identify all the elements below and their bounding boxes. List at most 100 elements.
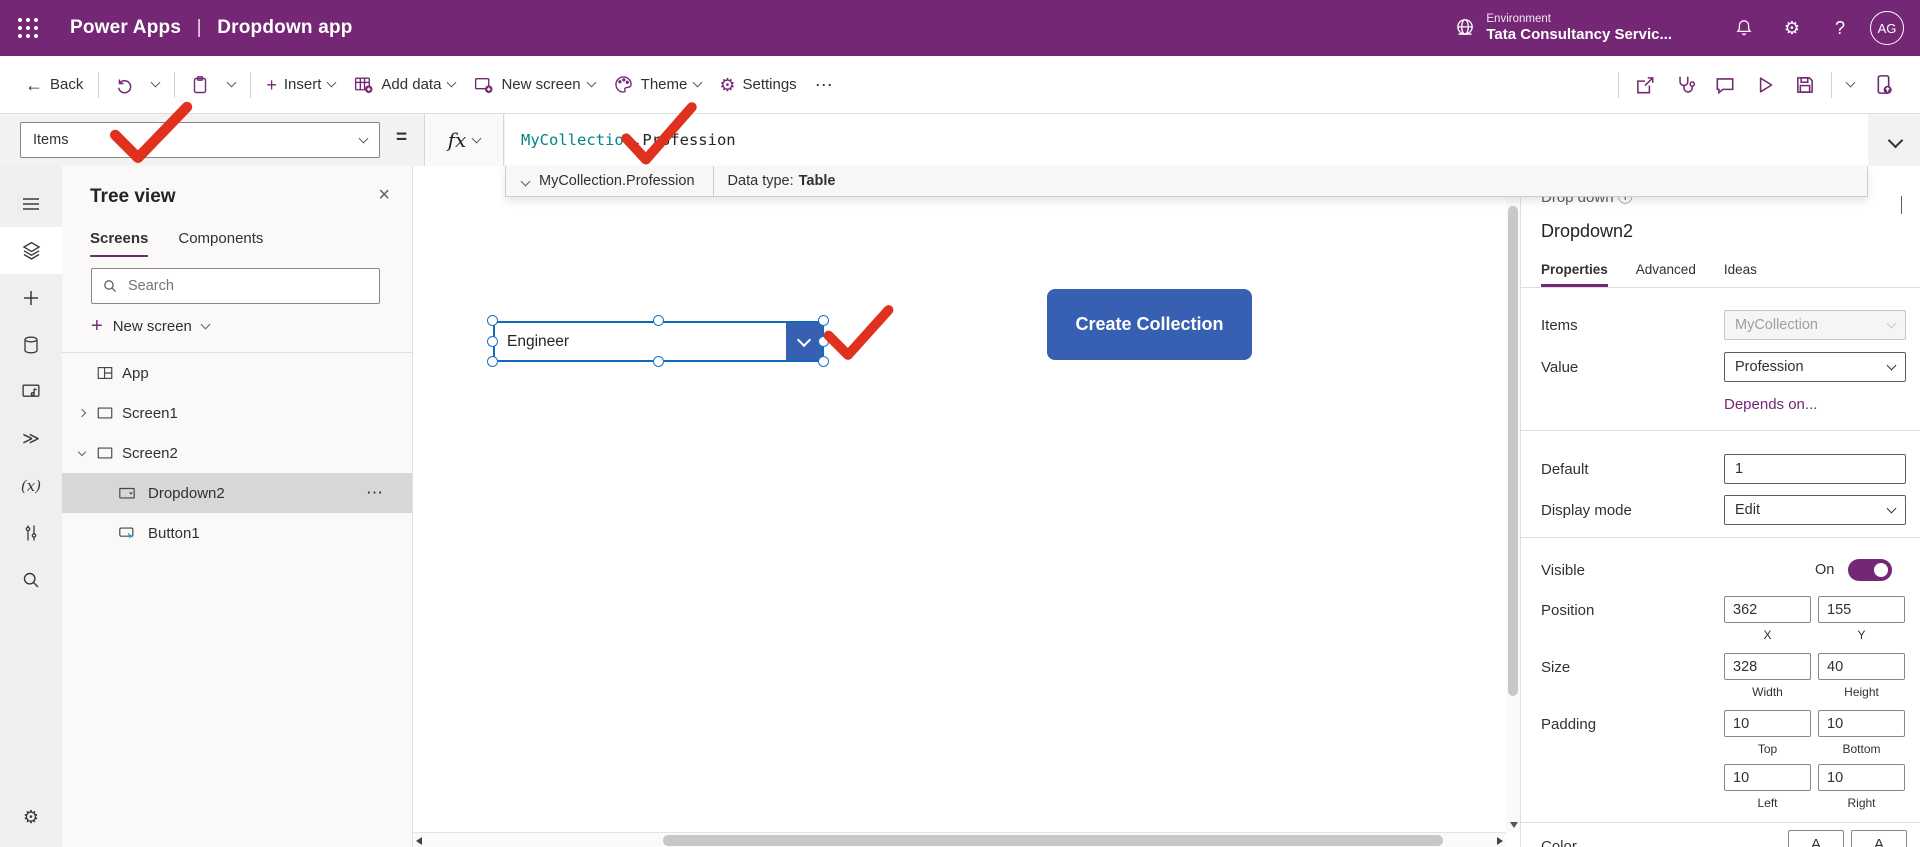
undo-menu-chevron[interactable] [143,77,168,92]
padding-left-input[interactable] [1724,764,1811,791]
settings-button-topbar[interactable]: ⚙ [1768,0,1816,56]
new-screen-label: New screen [501,76,581,93]
new-screen-tree-button[interactable]: + New screen [91,316,211,336]
tab-advanced[interactable]: Advanced [1636,262,1696,287]
tree-search-box[interactable] [91,268,380,304]
formula-input[interactable]: MyCollection .Profession [505,114,1868,166]
notifications-button[interactable] [1720,0,1768,56]
paste-menu-chevron[interactable] [219,77,244,92]
dropdown-open-button[interactable] [786,323,822,360]
rail-settings-button[interactable]: ⚙ [0,794,62,841]
back-button[interactable]: ← Back [16,70,92,100]
property-selector[interactable]: Items [20,122,380,158]
gear-icon: ⚙ [1783,17,1801,38]
selection-handle-top-left[interactable] [487,315,498,326]
theme-button[interactable]: Theme [604,68,711,101]
panel-expand-button[interactable] [1901,196,1902,214]
font-color-button[interactable]: A [1788,830,1844,847]
canvas[interactable]: Engineer Create Collection [413,166,1520,847]
selection-handle-middle-right[interactable] [818,336,829,347]
app-checker-button[interactable] [1665,68,1705,102]
visible-toggle[interactable] [1848,559,1892,581]
rail-tree-view-button[interactable] [0,227,62,274]
rail-advanced-tools-button[interactable] [0,509,62,556]
collapse-rail-button[interactable] [0,180,62,227]
chevron-right-icon[interactable] [77,408,87,418]
scroll-right-arrow[interactable] [1497,837,1503,845]
more-commands-button[interactable]: ⋯ [806,70,842,100]
scroll-down-arrow[interactable] [1510,822,1518,828]
tab-ideas[interactable]: Ideas [1724,262,1757,287]
save-options-chevron[interactable] [1838,77,1863,92]
position-y-input[interactable] [1818,596,1905,623]
chevron-down-icon[interactable] [520,176,531,186]
waffle-menu-icon[interactable] [0,0,56,56]
depends-on-link[interactable]: Depends on... [1724,396,1817,413]
suggestion-text[interactable]: MyCollection.Profession [539,173,695,189]
fill-color-button[interactable]: A [1851,830,1907,847]
environment-picker[interactable]: Environment Tata Consultancy Servic... [1454,13,1672,43]
rail-variables-button[interactable]: (x) [0,462,62,509]
horizontal-scrollbar-thumb[interactable] [663,835,1443,846]
chevron-down-icon[interactable] [77,447,87,456]
publish-icon [1877,75,1892,94]
comments-button[interactable] [1705,68,1745,102]
chevron-down-icon [1886,318,1897,328]
row-more-icon[interactable]: ⋯ [366,483,384,503]
selection-handle-bottom-right[interactable] [818,356,829,367]
play-icon [1759,76,1773,93]
preview-button[interactable] [1745,68,1785,102]
new-screen-button[interactable]: New screen [464,68,603,101]
close-icon[interactable]: × [378,184,390,207]
selection-handle-top-middle[interactable] [653,315,664,326]
selection-handle-top-right[interactable] [818,315,829,326]
publish-button[interactable] [1863,67,1904,102]
app-title: Power Apps | Dropdown app [70,17,353,39]
undo-button[interactable] [105,69,143,101]
rail-search-button[interactable] [0,556,62,603]
value-select[interactable]: Profession [1724,352,1906,382]
selection-handle-bottom-left[interactable] [487,356,498,367]
settings-button[interactable]: ⚙ Settings [710,70,805,100]
tree-row-dropdown2[interactable]: Dropdown2 ⋯ [62,473,412,513]
rail-data-button[interactable] [0,321,62,368]
tree-row-label: Screen1 [122,404,178,422]
tree-row-button1[interactable]: Button1 [62,513,412,553]
share-button[interactable] [1625,68,1665,102]
tab-screens[interactable]: Screens [90,230,149,257]
tree-row-app[interactable]: App [62,353,412,393]
position-x-input[interactable] [1724,596,1811,623]
tab-properties[interactable]: Properties [1541,262,1608,287]
avatar[interactable]: AG [1870,11,1904,45]
vertical-scrollbar-thumb[interactable] [1508,206,1518,696]
canvas-create-collection-button[interactable]: Create Collection [1047,289,1252,360]
add-data-button[interactable]: Add data [344,68,464,101]
rail-insert-button[interactable] [0,274,62,321]
rail-power-automate-button[interactable]: ≫ [0,415,62,462]
tab-components[interactable]: Components [178,230,263,257]
rail-media-button[interactable] [0,368,62,415]
tree-row-screen2[interactable]: Screen2 [62,433,412,473]
size-height-input[interactable] [1818,653,1905,680]
canvas-horizontal-scrollbar[interactable] [413,832,1506,847]
scroll-left-arrow[interactable] [416,837,422,845]
size-width-input[interactable] [1724,653,1811,680]
padding-top-input[interactable] [1724,710,1811,737]
tree-row-screen1[interactable]: Screen1 [62,393,412,433]
insert-button[interactable]: + Insert [257,70,344,100]
selection-handle-middle-left[interactable] [487,336,498,347]
formula-bar-expand-button[interactable] [1880,130,1910,154]
paste-button[interactable] [181,69,219,101]
help-button[interactable]: ? [1816,0,1864,56]
save-button[interactable] [1785,68,1825,102]
padding-bottom-input[interactable] [1818,710,1905,737]
canvas-vertical-scrollbar[interactable] [1506,166,1520,832]
fx-menu[interactable]: fx [424,114,504,166]
padding-right-input[interactable] [1818,764,1905,791]
default-input[interactable] [1724,454,1906,484]
search-icon [104,280,117,293]
display-mode-select[interactable]: Edit [1724,495,1906,525]
tree-row-label: Button1 [148,524,200,542]
search-input[interactable] [128,278,369,294]
selection-handle-bottom-middle[interactable] [653,356,664,367]
